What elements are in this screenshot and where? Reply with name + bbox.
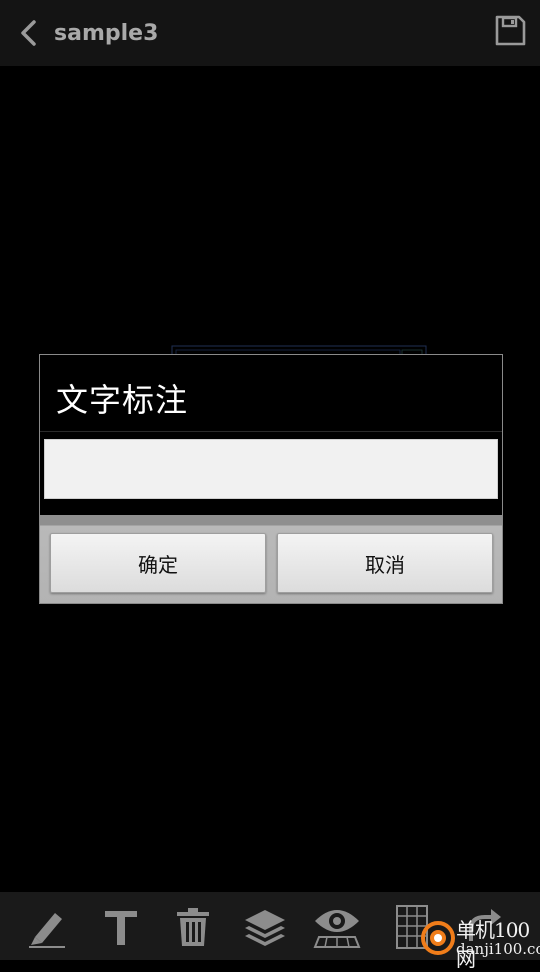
layers-icon [245, 910, 285, 946]
delete-tool-button[interactable] [168, 902, 218, 952]
back-button[interactable] [4, 0, 54, 66]
trash-icon [177, 908, 209, 946]
save-icon [495, 15, 526, 46]
pen-icon [29, 913, 65, 948]
save-button[interactable] [494, 14, 530, 50]
chevron-left-icon [21, 20, 36, 46]
cancel-button[interactable]: 取消 [277, 533, 493, 593]
text-annotation-dialog: 文字标注 确定 取消 [39, 354, 503, 604]
dialog-divider [40, 431, 502, 432]
pen-tool-button[interactable] [22, 902, 72, 952]
text-icon [105, 911, 137, 945]
watermark-url: danji100.com [456, 940, 540, 958]
confirm-button[interactable]: 确定 [50, 533, 266, 593]
text-tool-button[interactable] [96, 902, 146, 952]
eye-icon [313, 910, 361, 948]
dialog-button-bar: 确定 取消 [40, 515, 502, 603]
layers-tool-button[interactable] [240, 902, 290, 952]
dialog-title: 文字标注 [56, 381, 189, 419]
watermark-logo-icon [421, 921, 455, 955]
document-title: sample3 [54, 20, 159, 46]
view-tool-button[interactable] [312, 902, 362, 952]
annotation-text-input[interactable] [44, 439, 498, 499]
action-bar: sample3 [0, 0, 540, 66]
